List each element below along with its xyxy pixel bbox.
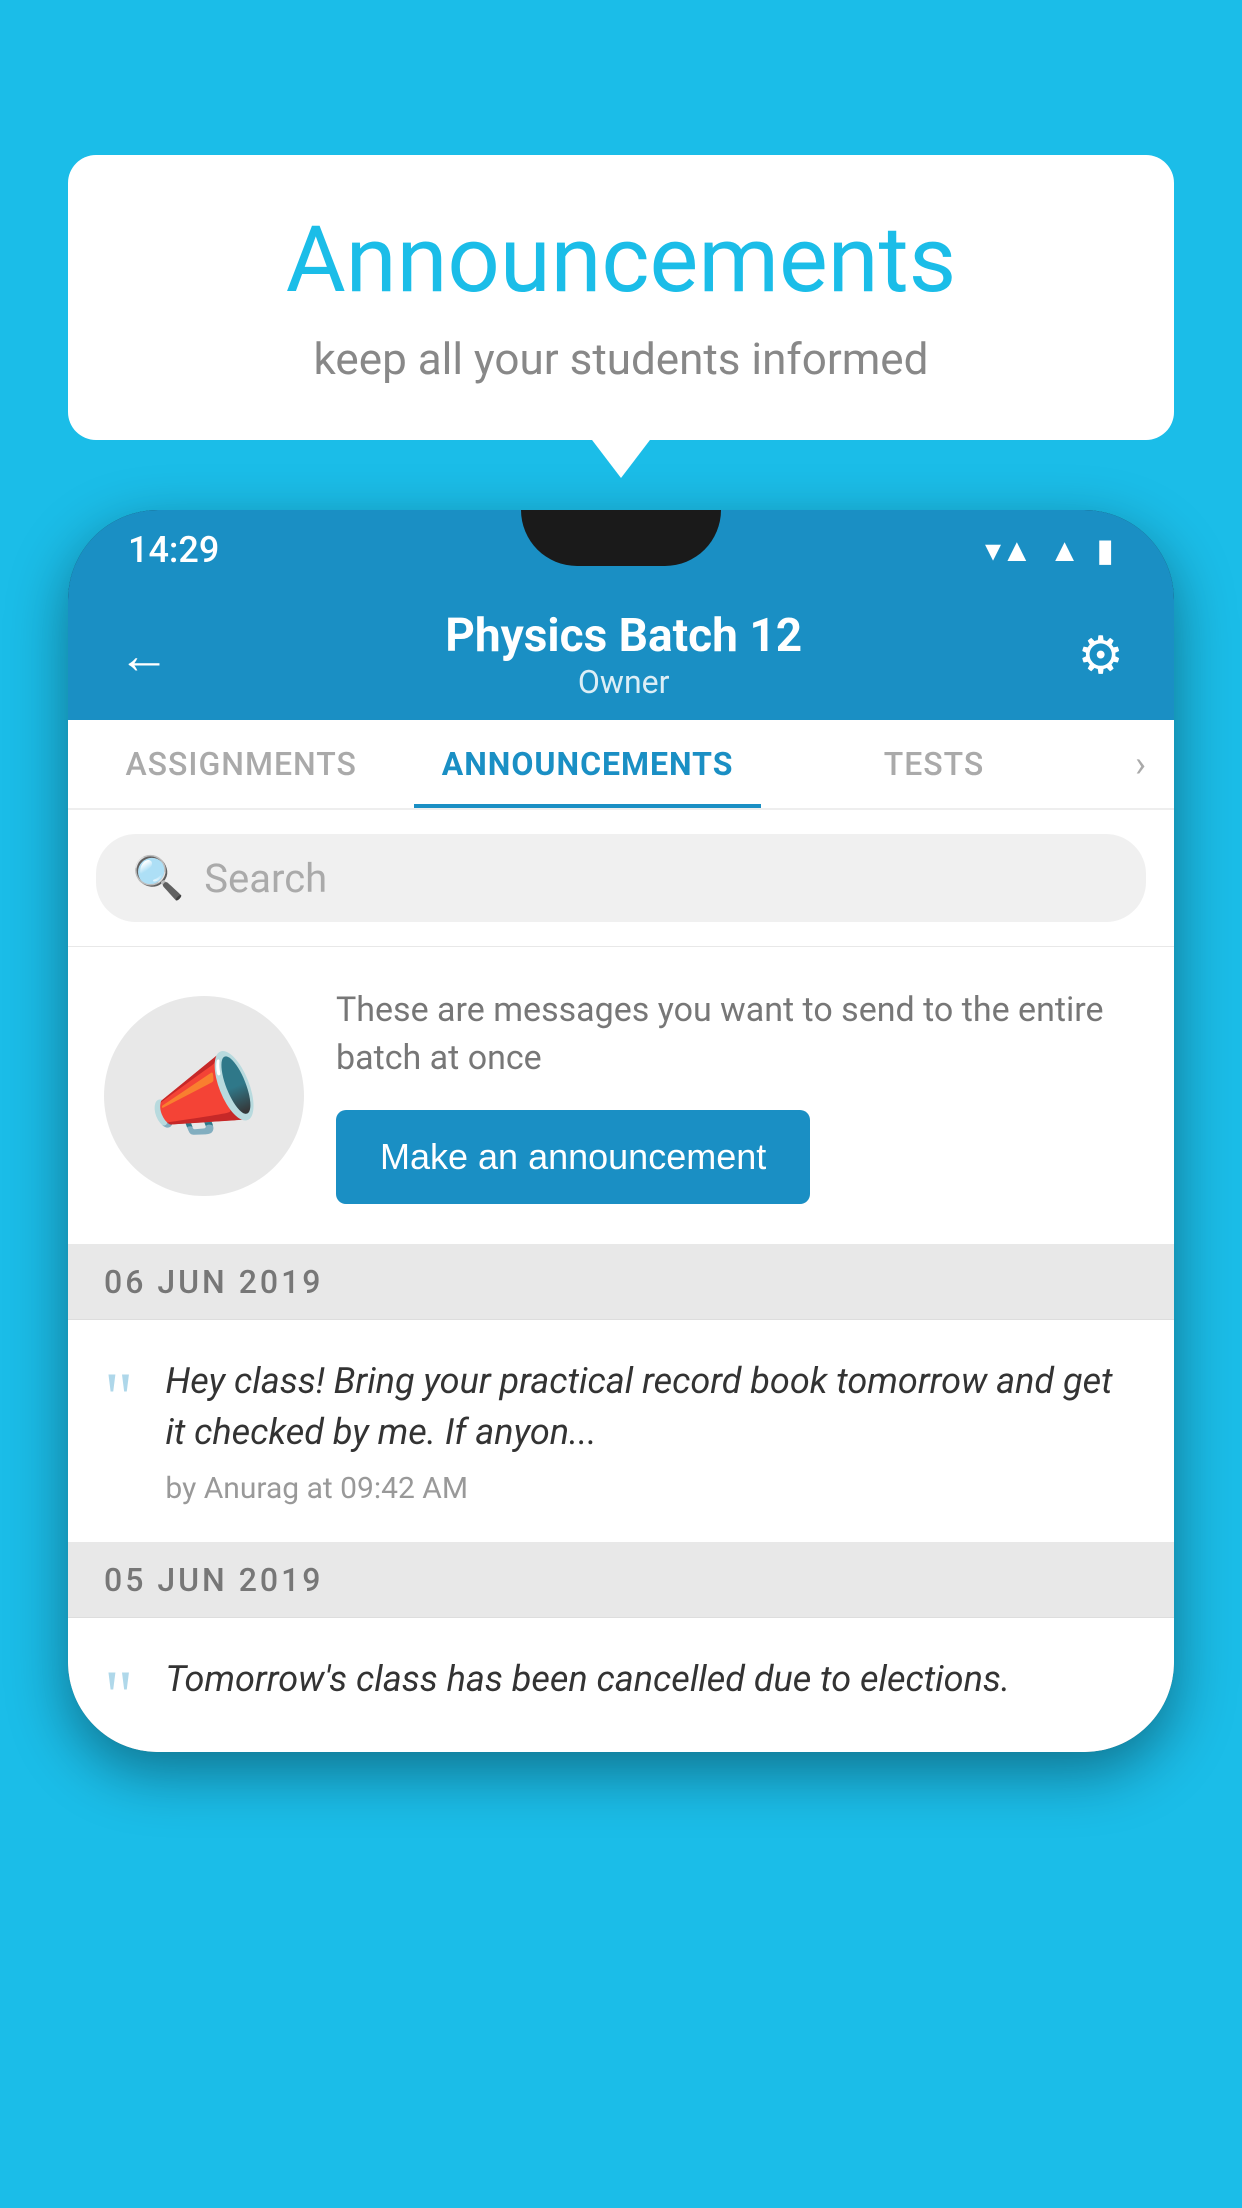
promo-right: These are messages you want to send to t…	[336, 987, 1138, 1204]
gear-icon[interactable]: ⚙	[1067, 615, 1134, 696]
announcement-item-1: " Hey class! Bring your practical record…	[68, 1320, 1174, 1543]
promo-icon-circle: 📣	[104, 996, 304, 1196]
app-header: ← Physics Batch 12 Owner ⚙	[68, 590, 1174, 720]
date-separator-1: 06 JUN 2019	[68, 1245, 1174, 1320]
announcement-text-2: Tomorrow's class has been cancelled due …	[165, 1654, 1138, 1704]
announcement-promo: 📣 These are messages you want to send to…	[68, 947, 1174, 1245]
search-container: 🔍 Search	[68, 810, 1174, 947]
tab-more[interactable]: ›	[1107, 743, 1174, 785]
tab-tests[interactable]: TESTS	[761, 720, 1107, 808]
megaphone-icon: 📣	[148, 1043, 260, 1148]
search-placeholder: Search	[204, 855, 327, 902]
header-title: Physics Batch 12	[180, 609, 1067, 663]
wifi-icon: ▾▲	[985, 531, 1033, 569]
status-icons: ▾▲ ▲ ▮	[985, 531, 1114, 569]
status-bar: 14:29 ▾▲ ▲ ▮	[68, 510, 1174, 590]
speech-bubble: Announcements keep all your students inf…	[68, 155, 1174, 440]
phone-container: 14:29 ▾▲ ▲ ▮ ← Physics Batch 12 Owner ⚙ …	[68, 510, 1174, 2208]
bubble-title: Announcements	[128, 210, 1114, 311]
bubble-subtitle: keep all your students informed	[128, 333, 1114, 385]
tab-announcements[interactable]: ANNOUNCEMENTS	[414, 720, 760, 808]
announcement-item-2: " Tomorrow's class has been cancelled du…	[68, 1618, 1174, 1752]
back-button[interactable]: ←	[108, 615, 180, 696]
quote-icon-1: "	[104, 1362, 133, 1434]
header-title-area: Physics Batch 12 Owner	[180, 609, 1067, 701]
announcement-content-1: Hey class! Bring your practical record b…	[165, 1356, 1138, 1506]
search-box[interactable]: 🔍 Search	[96, 834, 1146, 922]
announcement-text-1: Hey class! Bring your practical record b…	[165, 1356, 1138, 1457]
make-announcement-button[interactable]: Make an announcement	[336, 1110, 810, 1204]
announcement-content-2: Tomorrow's class has been cancelled due …	[165, 1654, 1138, 1718]
battery-icon: ▮	[1096, 531, 1114, 569]
status-time: 14:29	[128, 529, 219, 571]
date-separator-2: 05 JUN 2019	[68, 1543, 1174, 1618]
speech-bubble-container: Announcements keep all your students inf…	[68, 155, 1174, 440]
content-area: 🔍 Search 📣 These are messages you want t…	[68, 810, 1174, 1752]
phone-frame: 14:29 ▾▲ ▲ ▮ ← Physics Batch 12 Owner ⚙ …	[68, 510, 1174, 1752]
signal-icon: ▲	[1049, 531, 1081, 569]
promo-description: These are messages you want to send to t…	[336, 987, 1138, 1082]
quote-icon-2: "	[104, 1660, 133, 1732]
header-subtitle: Owner	[180, 663, 1067, 701]
search-icon: 🔍	[132, 854, 184, 903]
tab-assignments[interactable]: ASSIGNMENTS	[68, 720, 414, 808]
announcement-meta-1: by Anurag at 09:42 AM	[165, 1471, 1138, 1506]
tabs-bar: ASSIGNMENTS ANNOUNCEMENTS TESTS ›	[68, 720, 1174, 810]
